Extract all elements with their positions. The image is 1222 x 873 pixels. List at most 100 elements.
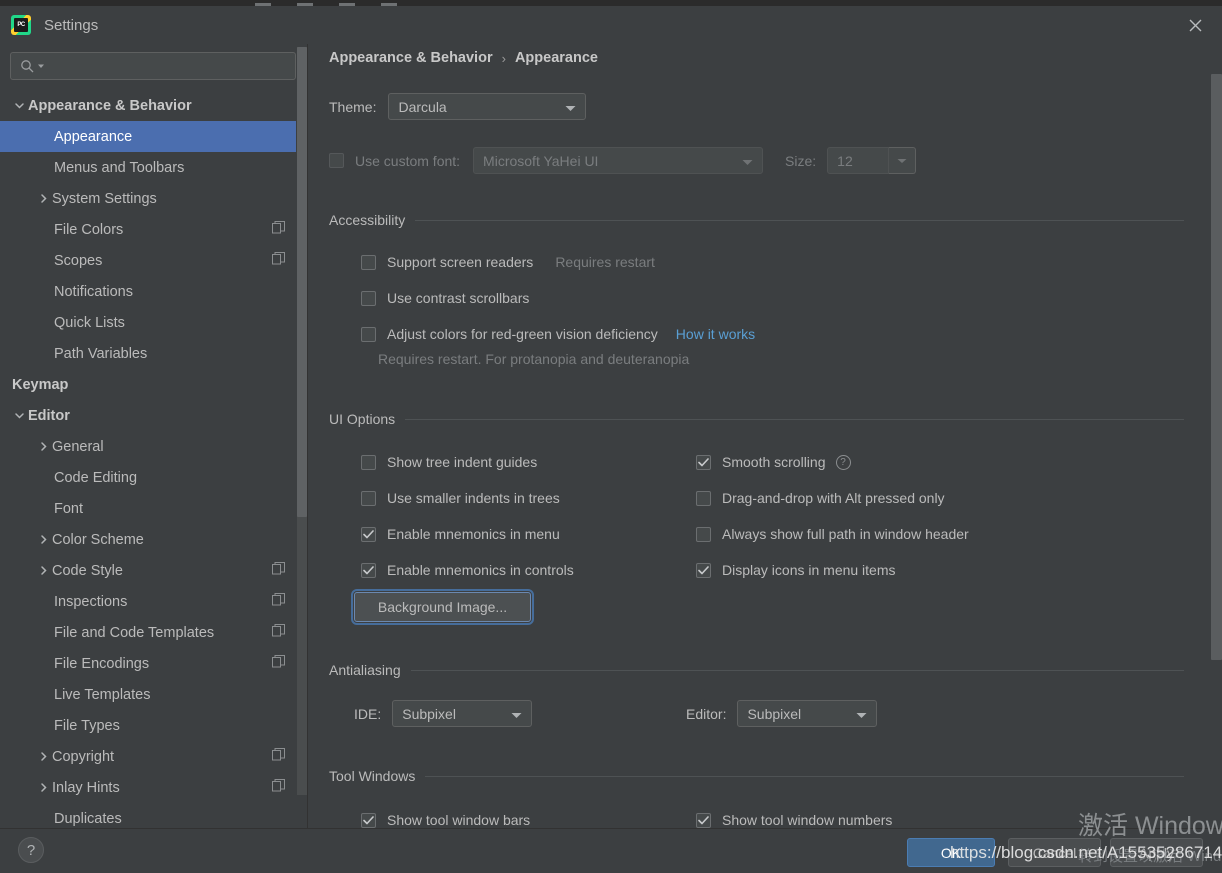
ide-antialiasing-select[interactable]: Subpixel [392, 700, 533, 727]
smooth-scrolling-checkbox[interactable]: Smooth scrolling [696, 454, 826, 470]
settings-dialog: PC Settings Appearance & Behavior Appeara… [0, 0, 1222, 873]
sidebar-item-inspections[interactable]: Inspections [0, 586, 308, 617]
sidebar-item-appearance-behavior[interactable]: Appearance & Behavior [0, 90, 308, 121]
sidebar-item-menus-and-toolbars[interactable]: Menus and Toolbars [0, 152, 308, 183]
copy-settings-badge[interactable] [272, 747, 285, 766]
chevron-down-icon[interactable] [14, 410, 25, 421]
cancel-button[interactable]: Cancel [1008, 838, 1101, 867]
use-contrast-scrollbars-checkbox[interactable]: Use contrast scrollbars [361, 290, 529, 306]
copy-settings-icon[interactable] [272, 220, 285, 234]
sidebar-item-path-variables[interactable]: Path Variables [0, 338, 308, 369]
chevron-right-icon[interactable] [38, 782, 49, 793]
adjust-colors-for-red-green-vision-deficiency-checkbox[interactable]: Adjust colors for red-green vision defic… [361, 326, 658, 342]
main-scrollbar-thumb[interactable] [1211, 74, 1222, 660]
sidebar-item-appearance[interactable]: Appearance [0, 121, 308, 152]
enable-mnemonics-in-controls-checkbox[interactable]: Enable mnemonics in controls [361, 562, 574, 578]
sidebar-item-system-settings[interactable]: System Settings [0, 183, 308, 214]
chevron-right-icon[interactable] [38, 441, 49, 452]
help-button[interactable]: ? [18, 837, 44, 863]
sidebar-item-label: Appearance [54, 128, 133, 145]
show-tool-window-numbers-checkbox[interactable]: Show tool window numbers [696, 812, 892, 828]
search-dropdown-icon[interactable] [37, 62, 45, 70]
copy-settings-icon[interactable] [272, 561, 285, 575]
sidebar-item-file-colors[interactable]: File Colors [0, 214, 308, 245]
sidebar-item-quick-lists[interactable]: Quick Lists [0, 307, 308, 338]
sidebar-item-label: File Types [54, 717, 120, 734]
use-custom-font-checkbox[interactable]: Use custom font: [329, 153, 460, 169]
copy-settings-badge[interactable] [272, 220, 285, 239]
copy-settings-badge[interactable] [272, 778, 285, 797]
font-size-field[interactable]: 12 [827, 147, 890, 174]
background-image-button[interactable]: Background Image... [351, 589, 534, 625]
editor-antialiasing-select[interactable]: Subpixel [737, 700, 878, 727]
sidebar-item-scopes[interactable]: Scopes [0, 245, 308, 276]
custom-font-select[interactable]: Microsoft YaHei UI [473, 147, 764, 174]
sidebar-scrollbar-thumb[interactable] [297, 47, 307, 517]
ok-button[interactable]: OK [907, 838, 995, 867]
copy-settings-badge[interactable] [272, 654, 285, 673]
close-icon[interactable] [1178, 10, 1212, 40]
always-show-full-path-in-window-header-checkbox[interactable]: Always show full path in window header [696, 526, 969, 542]
apply-button[interactable]: Apply [1110, 838, 1203, 867]
main-scrollbar[interactable] [1209, 44, 1222, 828]
sidebar-item-live-templates[interactable]: Live Templates [0, 679, 308, 710]
theme-value: Darcula [398, 98, 447, 115]
sidebar-item-code-style[interactable]: Code Style [0, 555, 308, 586]
copy-settings-icon[interactable] [272, 251, 285, 265]
sidebar-item-label: Copyright [52, 748, 115, 765]
search-input[interactable] [49, 58, 279, 74]
enable-mnemonics-in-menu-checkbox[interactable]: Enable mnemonics in menu [361, 526, 560, 542]
sidebar-item-keymap[interactable]: Keymap [0, 369, 308, 400]
show-tool-window-bars-checkbox[interactable]: Show tool window bars [361, 812, 530, 828]
font-size-stepper[interactable] [889, 147, 917, 174]
copy-settings-icon[interactable] [272, 654, 285, 668]
accessibility-note: Requires restart. For protanopia and deu… [378, 351, 690, 367]
sidebar-item-copyright[interactable]: Copyright [0, 741, 308, 772]
sidebar-item-color-scheme[interactable]: Color Scheme [0, 524, 308, 555]
sidebar-item-duplicates[interactable]: Duplicates [0, 803, 308, 828]
always-show-full-path-in-window-header-row: Always show full path in window header [696, 516, 969, 552]
search-box[interactable] [10, 52, 296, 80]
copy-settings-icon[interactable] [272, 778, 285, 792]
copy-settings-icon[interactable] [272, 623, 285, 637]
adjust-colors-for-red-green-vision-deficiency-row: Adjust colors for red-green vision defic… [361, 316, 755, 352]
chevron-right-icon[interactable] [38, 534, 49, 545]
display-icons-in-menu-items-checkbox[interactable]: Display icons in menu items [696, 562, 896, 578]
show-tree-indent-guides-checkbox[interactable]: Show tree indent guides [361, 454, 537, 470]
drag-and-drop-with-alt-pressed-only-checkbox[interactable]: Drag-and-drop with Alt pressed only [696, 490, 945, 506]
support-screen-readers-checkbox[interactable]: Support screen readers [361, 254, 533, 270]
copy-settings-badge[interactable] [272, 561, 285, 580]
theme-select[interactable]: Darcula [388, 93, 587, 120]
copy-settings-badge[interactable] [272, 251, 285, 270]
checkbox-box [361, 290, 376, 306]
use-custom-font-label: Use custom font: [355, 152, 461, 169]
copy-settings-icon[interactable] [272, 747, 285, 761]
help-icon[interactable]: ? [835, 454, 851, 470]
copy-settings-badge[interactable] [272, 623, 285, 642]
adjust-colors-for-red-green-vision-deficiency-link[interactable]: How it works [676, 326, 755, 342]
sidebar-item-file-encodings[interactable]: File Encodings [0, 648, 308, 679]
chevron-down-icon[interactable] [14, 100, 25, 111]
sidebar-scrollbar[interactable] [296, 44, 307, 827]
checkbox-box [696, 526, 711, 542]
sidebar-item-inlay-hints[interactable]: Inlay Hints [0, 772, 308, 803]
sidebar-item-editor[interactable]: Editor [0, 400, 308, 431]
chevron-right-icon[interactable] [38, 751, 49, 762]
chevron-right-icon[interactable] [38, 193, 49, 204]
sidebar-item-font[interactable]: Font [0, 493, 308, 524]
use-smaller-indents-in-trees-checkbox[interactable]: Use smaller indents in trees [361, 490, 560, 506]
chevron-down-icon [565, 99, 576, 115]
breadcrumb-parent[interactable]: Appearance & Behavior [329, 50, 493, 66]
settings-main-panel: Appearance & Behavior › Appearance Theme… [308, 44, 1222, 828]
sidebar-item-code-editing[interactable]: Code Editing [0, 462, 308, 493]
sidebar-item-notifications[interactable]: Notifications [0, 276, 308, 307]
sidebar-item-general[interactable]: General [0, 431, 308, 462]
copy-settings-icon[interactable] [272, 592, 285, 606]
chevron-right-icon[interactable] [38, 565, 49, 576]
accessibility-title: Accessibility [329, 212, 406, 228]
sidebar-item-file-types[interactable]: File Types [0, 710, 308, 741]
copy-settings-badge[interactable] [272, 592, 285, 611]
sidebar-item-file-and-code-templates[interactable]: File and Code Templates [0, 617, 308, 648]
accessibility-section-header: Accessibility [329, 212, 1184, 228]
chevron-down-icon [742, 153, 753, 169]
